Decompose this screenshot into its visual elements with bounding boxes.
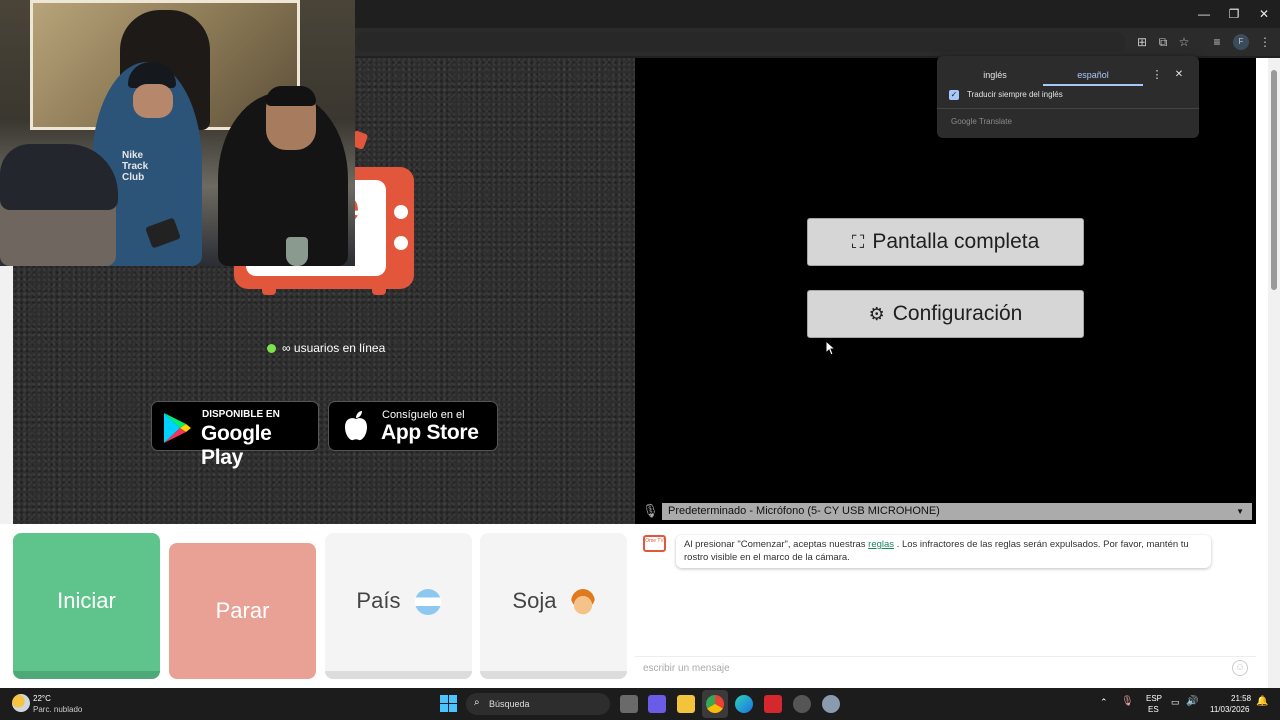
bookmark-star-icon[interactable]: ☆	[1176, 34, 1192, 50]
argentina-flag-icon	[414, 589, 441, 616]
google-translate-footer: Google Translate	[951, 117, 1012, 126]
translate-options-icon[interactable]: ⋮	[1151, 64, 1163, 86]
country-button[interactable]: País	[325, 533, 472, 679]
stop-label: Parar	[215, 598, 270, 623]
translate-popup: inglés español ⋮ ✕ ✓ Traducir siempre de…	[937, 56, 1199, 138]
webcam-video: Nike Track Club	[0, 0, 355, 266]
settings-label: Configuración	[892, 302, 1023, 325]
language-code[interactable]: ESP	[1146, 694, 1162, 703]
clock-date[interactable]: 11/03/2026	[1210, 705, 1249, 714]
task-view-icon[interactable]	[620, 695, 638, 713]
country-label: País	[356, 588, 401, 613]
google-play-icon	[164, 413, 191, 443]
app-store-badge[interactable]: Consíguelo en el App Store	[328, 401, 498, 451]
steam-icon[interactable]	[793, 695, 811, 713]
chat-ometv-logo: Ome TV	[643, 535, 666, 552]
mate-cup	[286, 237, 308, 266]
google-play-small-text: DISPONIBLE EN	[202, 409, 280, 420]
clock-time[interactable]: 21:58	[1231, 694, 1251, 703]
fullscreen-icon: ⛶	[851, 232, 865, 252]
app-store-small-text: Consíguelo en el	[382, 409, 465, 421]
popup-divider	[937, 108, 1199, 109]
logo-foot	[372, 286, 386, 295]
network-icon[interactable]: ▭	[1171, 697, 1180, 708]
settings-button[interactable]: ⚙ Configuración	[807, 290, 1084, 338]
minimize-icon[interactable]: —	[1192, 4, 1216, 24]
start-button[interactable]: Iniciar	[13, 533, 160, 679]
apple-icon	[345, 411, 367, 441]
google-play-badge[interactable]: DISPONIBLE EN Google Play	[151, 401, 319, 469]
app-store-big-text: App Store	[381, 421, 479, 444]
weather-temp: 22°C	[33, 694, 51, 703]
always-translate-label: Traducir siempre del inglés	[967, 90, 1063, 99]
windows-start-icon[interactable]	[440, 695, 457, 712]
address-bar[interactable]	[355, 32, 1125, 52]
message-input-placeholder: escribir un mensaje	[643, 663, 730, 674]
install-app-icon[interactable]: ⧉	[1155, 34, 1171, 50]
start-label: Iniciar	[57, 588, 116, 613]
menu-kebab-icon[interactable]: ⋮	[1257, 34, 1273, 50]
amd-software-icon[interactable]	[764, 695, 782, 713]
profile-avatar-icon[interactable]: F	[1233, 34, 1249, 50]
microphone-select-value: Predeterminado - Micrófono (5- CY USB MI…	[668, 505, 940, 517]
translate-tab-target[interactable]: español	[1043, 64, 1143, 86]
rules-link[interactable]: reglas	[868, 539, 894, 550]
media-control-icon[interactable]: ≡	[1209, 34, 1225, 50]
volume-icon[interactable]: 🔊	[1186, 696, 1198, 707]
logo-knob	[394, 205, 408, 219]
translate-close-icon[interactable]: ✕	[1173, 64, 1185, 86]
translate-icon[interactable]: ⊞	[1134, 34, 1150, 50]
gear-icon: ⚙	[868, 304, 885, 324]
maximize-icon[interactable]: ❐	[1222, 4, 1246, 24]
close-window-icon[interactable]: ✕	[1252, 4, 1276, 24]
mouse-cursor-icon	[825, 340, 835, 356]
chrome-icon[interactable]	[706, 695, 724, 713]
teams-chat-icon[interactable]	[648, 695, 666, 713]
logo-foot	[262, 286, 276, 295]
edge-icon[interactable]	[735, 695, 753, 713]
translate-tab-source[interactable]: inglés	[947, 64, 1043, 86]
scrollbar-thumb[interactable]	[1271, 70, 1277, 290]
always-translate-checkbox[interactable]: ✓	[949, 90, 959, 100]
message-input[interactable]: escribir un mensaje	[635, 656, 1256, 680]
gender-button[interactable]: Soja	[480, 533, 627, 679]
settings-app-icon[interactable]	[822, 695, 840, 713]
message-text-before: Al presionar "Comenzar", aceptas nuestra…	[684, 539, 866, 550]
logo-knob	[394, 236, 408, 250]
tray-mic-icon[interactable]: 🎙	[1121, 696, 1134, 707]
boy-emoji-icon	[570, 589, 595, 616]
person-face	[133, 84, 173, 118]
emoji-picker-icon[interactable]: ☺	[1232, 660, 1248, 676]
weather-description: Parc. nublado	[33, 705, 83, 714]
person-hair	[266, 86, 316, 106]
chevron-down-icon: ▼	[1236, 507, 1244, 516]
fullscreen-label: Pantalla completa	[872, 230, 1040, 253]
tray-overflow-icon[interactable]: ⌃	[1100, 697, 1108, 708]
file-explorer-icon[interactable]	[677, 695, 695, 713]
taskbar-search-box[interactable]: ⌕ Búsqueda	[466, 693, 610, 715]
keyboard-layout[interactable]: ES	[1148, 705, 1159, 714]
search-icon: ⌕	[474, 697, 480, 708]
windows-taskbar	[0, 688, 1280, 720]
stop-button[interactable]: Parar	[169, 543, 316, 679]
microphone-icon: 🎙	[642, 503, 659, 518]
google-play-big-text: Google Play	[201, 422, 272, 469]
weather-icon[interactable]	[12, 694, 30, 712]
fullscreen-button[interactable]: ⛶ Pantalla completa	[807, 218, 1084, 266]
shirt-print: Nike Track Club	[122, 150, 149, 183]
system-message: Al presionar "Comenzar", aceptas nuestra…	[676, 535, 1211, 568]
notification-bell-icon[interactable]: 🔔	[1256, 696, 1268, 707]
online-status-dot	[267, 344, 276, 353]
online-users-indicator: ∞ usuarios en línea	[267, 340, 385, 356]
search-placeholder: Búsqueda	[489, 699, 530, 709]
online-users-text: ∞ usuarios en línea	[282, 341, 386, 355]
microphone-select[interactable]: Predeterminado - Micrófono (5- CY USB MI…	[662, 503, 1252, 520]
gender-label: Soja	[512, 588, 557, 613]
